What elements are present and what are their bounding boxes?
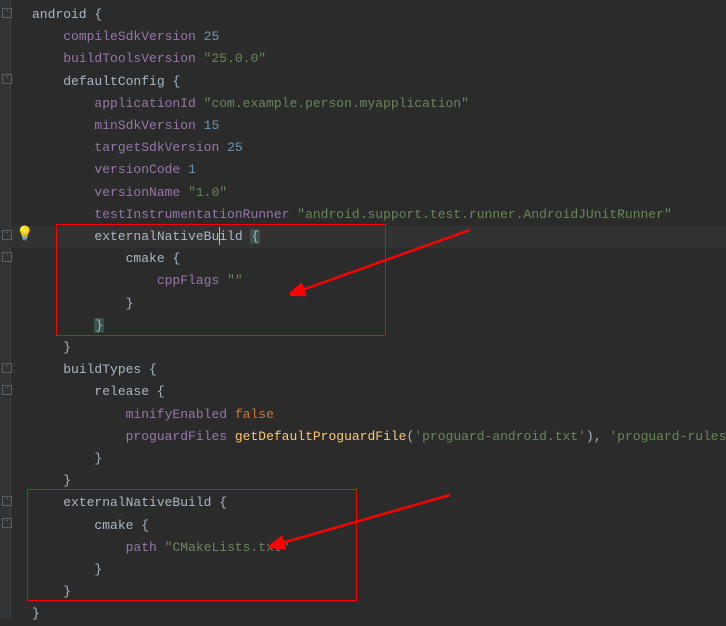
code-line[interactable]: }	[32, 584, 71, 599]
code-line[interactable]: defaultConfig {	[32, 74, 180, 89]
code-line[interactable]: }	[32, 318, 104, 333]
code-line[interactable]: buildTypes {	[32, 362, 157, 377]
code-line[interactable]: path "CMakeLists.txt"	[32, 540, 289, 555]
code-line[interactable]: cmake {	[32, 251, 180, 266]
code-line[interactable]: compileSdkVersion 25	[32, 29, 219, 44]
code-line[interactable]: externalNativeBuild {	[32, 495, 227, 510]
fold-toggle[interactable]: -	[2, 252, 12, 262]
code-line[interactable]: }	[32, 340, 71, 355]
code-line[interactable]: cppFlags ""	[32, 273, 243, 288]
code-line[interactable]: applicationId "com.example.person.myappl…	[32, 96, 469, 111]
code-line[interactable]: cmake {	[32, 518, 149, 533]
code-line[interactable]: externalNativeBuild {	[32, 229, 260, 244]
fold-toggle[interactable]: -	[2, 74, 12, 84]
fold-toggle[interactable]: -	[2, 496, 12, 506]
code-line[interactable]: proguardFiles getDefaultProguardFile('pr…	[32, 429, 726, 444]
code-line[interactable]: versionName "1.0"	[32, 185, 227, 200]
code-line[interactable]: minSdkVersion 15	[32, 118, 219, 133]
fold-toggle[interactable]: -	[2, 518, 12, 528]
code-line[interactable]: versionCode 1	[32, 162, 196, 177]
code-line[interactable]: }	[32, 606, 40, 621]
intention-bulb-icon[interactable]: 💡	[16, 226, 30, 240]
code-line[interactable]: }	[32, 451, 102, 466]
fold-toggle[interactable]: -	[2, 363, 12, 373]
code-line[interactable]: release {	[32, 384, 165, 399]
code-line[interactable]: testInstrumentationRunner "android.suppo…	[32, 207, 672, 222]
code-line[interactable]: minifyEnabled false	[32, 407, 274, 422]
fold-toggle[interactable]: -	[2, 385, 12, 395]
code-editor[interactable]: android { compileSdkVersion 25 buildTool…	[32, 4, 722, 626]
code-line[interactable]: targetSdkVersion 25	[32, 140, 243, 155]
code-line[interactable]: }	[32, 296, 133, 311]
fold-toggle[interactable]: -	[2, 230, 12, 240]
code-line[interactable]: buildToolsVersion "25.0.0"	[32, 51, 266, 66]
code-line[interactable]: }	[32, 473, 71, 488]
fold-toggle[interactable]: -	[2, 8, 12, 18]
code-line[interactable]: android {	[32, 7, 102, 22]
code-line[interactable]: }	[32, 562, 102, 577]
